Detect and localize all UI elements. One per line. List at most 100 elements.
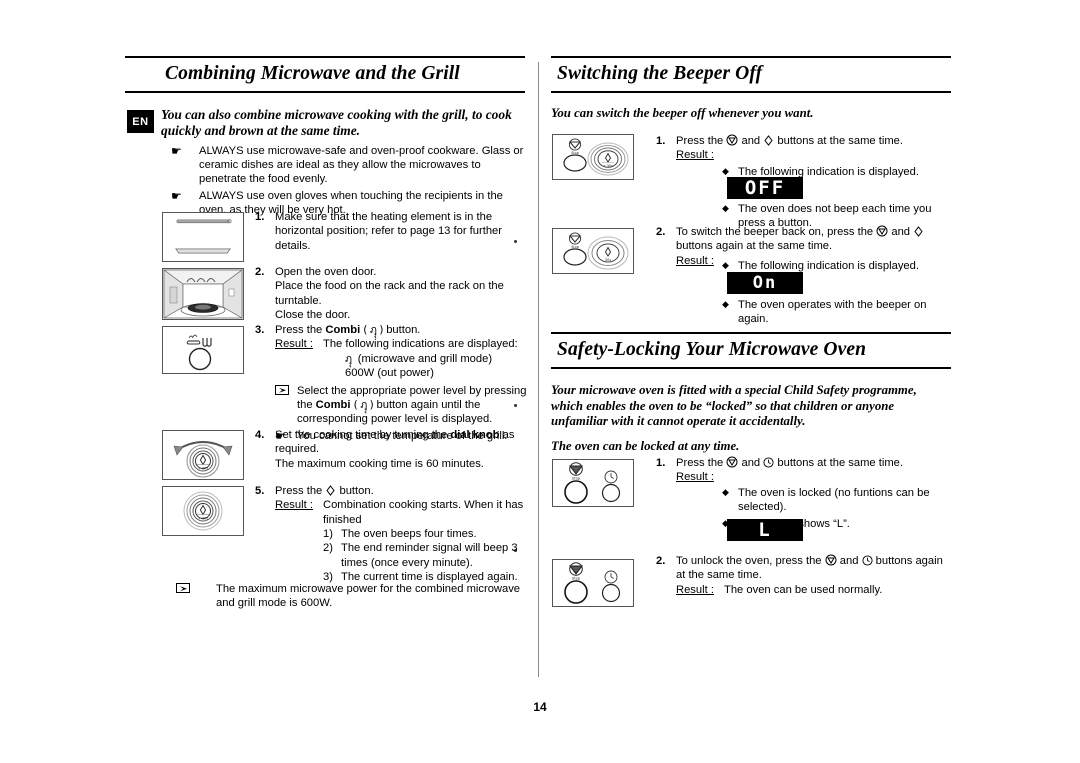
page-title-safety: Safety-Locking Your Microwave Oven <box>557 339 867 360</box>
left-notes: ☛ ALWAYS use microwave-safe and oven-pro… <box>125 144 525 218</box>
svg-text:+ 30s: + 30s <box>198 517 209 521</box>
step-number: 1. <box>656 135 666 147</box>
svg-text:+ 30s: + 30s <box>198 467 209 471</box>
step-number: 2. <box>656 226 666 238</box>
step-text: Press the and buttons at the same time. … <box>676 456 948 485</box>
combi-glyph-icon: ( ฦุุ ) <box>363 324 384 336</box>
stop-button-icon <box>726 134 738 146</box>
heating-element-diagram <box>175 219 232 254</box>
result-row: Result : The oven can be used normally. <box>676 583 948 597</box>
step-line: Open the oven door. <box>275 266 377 278</box>
left-step-1: 1. Make sure that the heating element is… <box>255 210 533 253</box>
bullet-row: ◆ The oven is locked (no funtions can be… <box>722 486 946 515</box>
clock-button-icon <box>861 555 873 566</box>
led-text: On <box>752 273 778 293</box>
step-line: To switch the beeper back on, press the … <box>676 225 946 239</box>
result-text: Combination cooking starts. When it has … <box>323 499 524 526</box>
illustration-stop-and-clock-buttons: Stop <box>552 459 634 507</box>
right-column: Switching the Beeper Off You can switch … <box>551 56 951 122</box>
safety-step-2: 2. To unlock the oven, press the and but… <box>656 554 948 597</box>
svg-text:30s: 30s <box>605 258 612 262</box>
microwave-note-text: Select the appropriate power level by pr… <box>297 384 533 427</box>
step-line: Close the door. <box>275 308 351 321</box>
microwave-note-row: Select the appropriate power level by pr… <box>275 384 533 427</box>
led-text: L <box>758 519 772 541</box>
result-label: Result : <box>275 338 313 351</box>
step-text: Make sure that the heating element is in… <box>275 211 502 252</box>
step-text: Press the button. Result : Combination c… <box>275 484 533 584</box>
step-text-pre: Press the <box>275 324 326 336</box>
sub-item-text: The end reminder signal will beep 3 time… <box>341 542 518 569</box>
safety-section: Safety-Locking Your Microwave Oven Your … <box>551 332 951 454</box>
illustration-stop-and-start-buttons: Stop + 30s <box>552 134 634 180</box>
step-text: To unlock the oven, press the and button… <box>676 554 948 597</box>
illustration-oven-interior-rack <box>162 268 244 320</box>
manual-page: EN Combining Microwave and the Grill You… <box>0 0 1080 763</box>
left-column: Combining Microwave and the Grill You ca… <box>125 56 525 217</box>
combi-label: Combi <box>325 324 361 336</box>
result-sub-text: (microwave and grill mode) <box>357 352 493 365</box>
beeper-intro-text: You can switch the beeper off whenever y… <box>551 106 814 120</box>
svg-text:Stop: Stop <box>571 245 579 249</box>
stop-start-panel-diagram: Stop 30s <box>563 232 629 270</box>
illustration-start-button: + 30s <box>162 486 244 536</box>
center-fold-line <box>538 62 539 677</box>
section-heading-beeper: Switching the Beeper Off <box>551 56 951 93</box>
dial-knob-diagram: + 30s <box>173 441 233 478</box>
start-button-icon <box>914 226 923 237</box>
result-sub-list: 1) The oven beeps four times. 2) The end… <box>275 527 533 584</box>
left-step-4: 4. Set the cooking time by turning the d… <box>255 428 533 471</box>
step-text: Set the cooking time by turning the dial… <box>275 428 533 471</box>
step-text-mid: and <box>738 457 764 469</box>
result-text: The following indications are displayed: <box>323 338 518 351</box>
step-number: 2. <box>656 555 666 567</box>
stop-button-icon <box>825 554 837 566</box>
dial-knob-label: dial knob <box>450 429 500 441</box>
page-title-left: Combining Microwave and the Grill <box>165 63 460 84</box>
note-row: ☛ ALWAYS use microwave-safe and oven-pro… <box>161 144 525 187</box>
step-text-pre: Press the <box>275 485 326 497</box>
heading-rule-bottom <box>551 91 951 93</box>
safety-step-1: 1. Press the and buttons at the same tim… <box>656 456 948 485</box>
heading-rule-bottom <box>125 91 525 93</box>
step-text-pre: To unlock the oven, press the <box>676 555 825 567</box>
diamond-bullet-icon: ◆ <box>722 487 729 497</box>
step-text-pre: Set the cooking time by turning the <box>275 429 451 441</box>
bullet-text: The oven is locked (no funtions can be s… <box>738 487 930 514</box>
clock-button-icon <box>763 457 774 468</box>
stop-clock-panel-diagram: Stop <box>564 562 621 604</box>
sub-item-number: 2) <box>323 542 333 555</box>
page-title-beeper: Switching the Beeper Off <box>557 63 763 84</box>
led-display-locked: L <box>727 519 803 541</box>
step-number: 1. <box>656 457 666 469</box>
section-heading-combining: Combining Microwave and the Grill <box>125 56 525 93</box>
step-line: Press the Combi ( ฦุุ ) button. <box>275 323 533 337</box>
step-text-mid: and <box>888 226 914 238</box>
step-text-mid: and <box>836 555 862 567</box>
result-label: Result : <box>676 254 714 267</box>
illustration-combi-button <box>162 326 244 374</box>
result-label: Result : <box>676 471 714 484</box>
step-number: 4. <box>255 429 265 441</box>
left-step-2: 2. Open the oven door. Place the food on… <box>255 265 533 322</box>
step-text-pre: Press the <box>676 457 727 469</box>
microwave-icon <box>275 384 297 427</box>
sub-item: 1) The oven beeps four times. <box>323 527 533 541</box>
led-display-off: OFF <box>727 177 803 199</box>
left-footer-note: The maximum microwave power for the comb… <box>176 580 533 611</box>
heading-rule-bottom <box>551 367 951 369</box>
sub-item-text: The oven beeps four times. <box>341 527 477 540</box>
result-label: Result : <box>676 583 714 596</box>
combi-glyph-icon: ฦุุ <box>345 352 352 365</box>
footer-note-text: The maximum microwave power for the comb… <box>216 583 521 610</box>
section-heading-safety: Safety-Locking Your Microwave Oven <box>551 332 951 369</box>
beeper-step-2-bullets-after: ◆ The oven operates with the beeper on a… <box>722 296 944 327</box>
result-sub-line: 600W (out power) <box>345 367 434 380</box>
step-line: Press the and buttons at the same time. <box>676 134 946 148</box>
result-row: Result : The following indications are d… <box>275 337 533 351</box>
svg-text:Stop: Stop <box>572 577 581 581</box>
step-text-mid: and <box>738 135 764 147</box>
result-label: Result : <box>676 149 714 162</box>
combi-button-diagram <box>186 334 212 371</box>
illustration-stop-and-start-buttons: Stop 30s <box>552 228 634 274</box>
